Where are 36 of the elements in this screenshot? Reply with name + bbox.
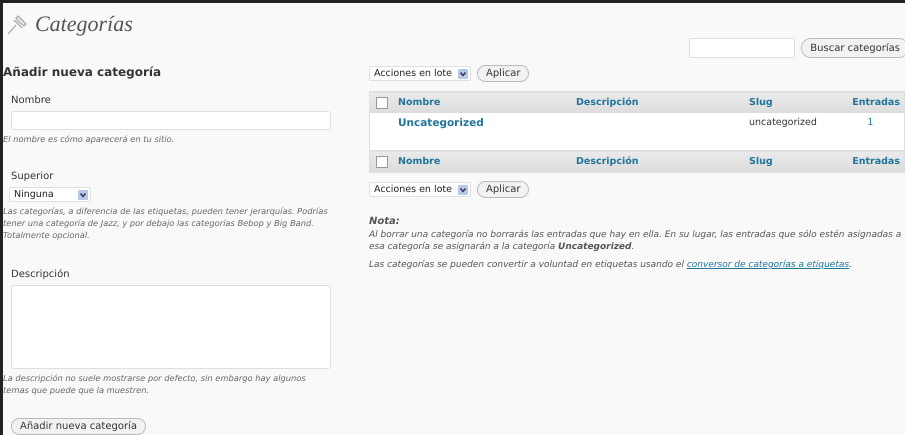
description-textarea[interactable] xyxy=(11,285,331,369)
field-hint: El nombre es cómo aparecerá en tu sitio. xyxy=(3,133,176,145)
add-category-button[interactable]: Añadir nueva categoría xyxy=(11,418,146,435)
column-header[interactable]: Nombre xyxy=(398,97,440,108)
chevron-down-icon xyxy=(458,68,468,78)
category-name-link[interactable]: Uncategorized xyxy=(398,117,484,129)
apply-button[interactable]: Aplicar xyxy=(476,181,530,198)
field-label: Descripción xyxy=(11,269,71,280)
search-button[interactable]: Buscar categorías xyxy=(801,38,905,58)
dropdown[interactable]: Acciones en lote xyxy=(369,182,471,197)
note-text: Las categorías se pueden convertir a voluntad en etiquetas usando el conversor de categorías a etiquetas. xyxy=(369,259,853,271)
column-header[interactable]: Descripción xyxy=(576,156,639,167)
checkbox[interactable] xyxy=(376,156,388,168)
chevron-down-icon xyxy=(458,184,468,194)
table-cell: uncategorized xyxy=(749,117,817,128)
column-header[interactable]: Slug xyxy=(749,156,773,167)
converter-link[interactable]: conversor de categorías a etiquetas xyxy=(686,260,850,270)
field-label: Superior xyxy=(11,171,54,182)
dropdown[interactable]: Ninguna xyxy=(9,187,91,202)
column-header[interactable]: Nombre xyxy=(398,156,440,167)
note-text: Al borrar una categoría no borrarás las entradas que hay en ella. En su lugar, las entradas que sólo estén asignadas a esa categoría se asignarán a la categoría Uncategorized. xyxy=(369,229,902,253)
page-title: Categorías xyxy=(35,11,133,37)
checkbox[interactable] xyxy=(376,96,388,108)
name-input[interactable] xyxy=(11,111,331,130)
section-heading: Añadir nueva categoría xyxy=(3,65,162,79)
chevron-down-icon xyxy=(78,190,88,200)
field-hint: La descripción no suele mostrarse por defecto, sin embargo hay algunos temas que puede que la muestren. xyxy=(3,372,307,396)
column-header[interactable]: Descripción xyxy=(576,97,639,108)
dropdown[interactable]: Acciones en lote xyxy=(369,66,471,81)
field-hint: Las categorías, a diferencia de las etiquetas, pueden tener jerarquías. Podrías tener una categoría de Jazz, y por debajo las categorías Bebop y Big Band. Totalmente opcional. xyxy=(3,205,329,241)
field-label: Nombre xyxy=(11,95,52,106)
apply-button[interactable]: Aplicar xyxy=(476,65,530,82)
search-field[interactable] xyxy=(689,38,796,58)
note-heading: Nota: xyxy=(369,216,401,227)
post-count-link[interactable]: 1 xyxy=(867,117,874,128)
column-header[interactable]: Slug xyxy=(749,97,773,108)
